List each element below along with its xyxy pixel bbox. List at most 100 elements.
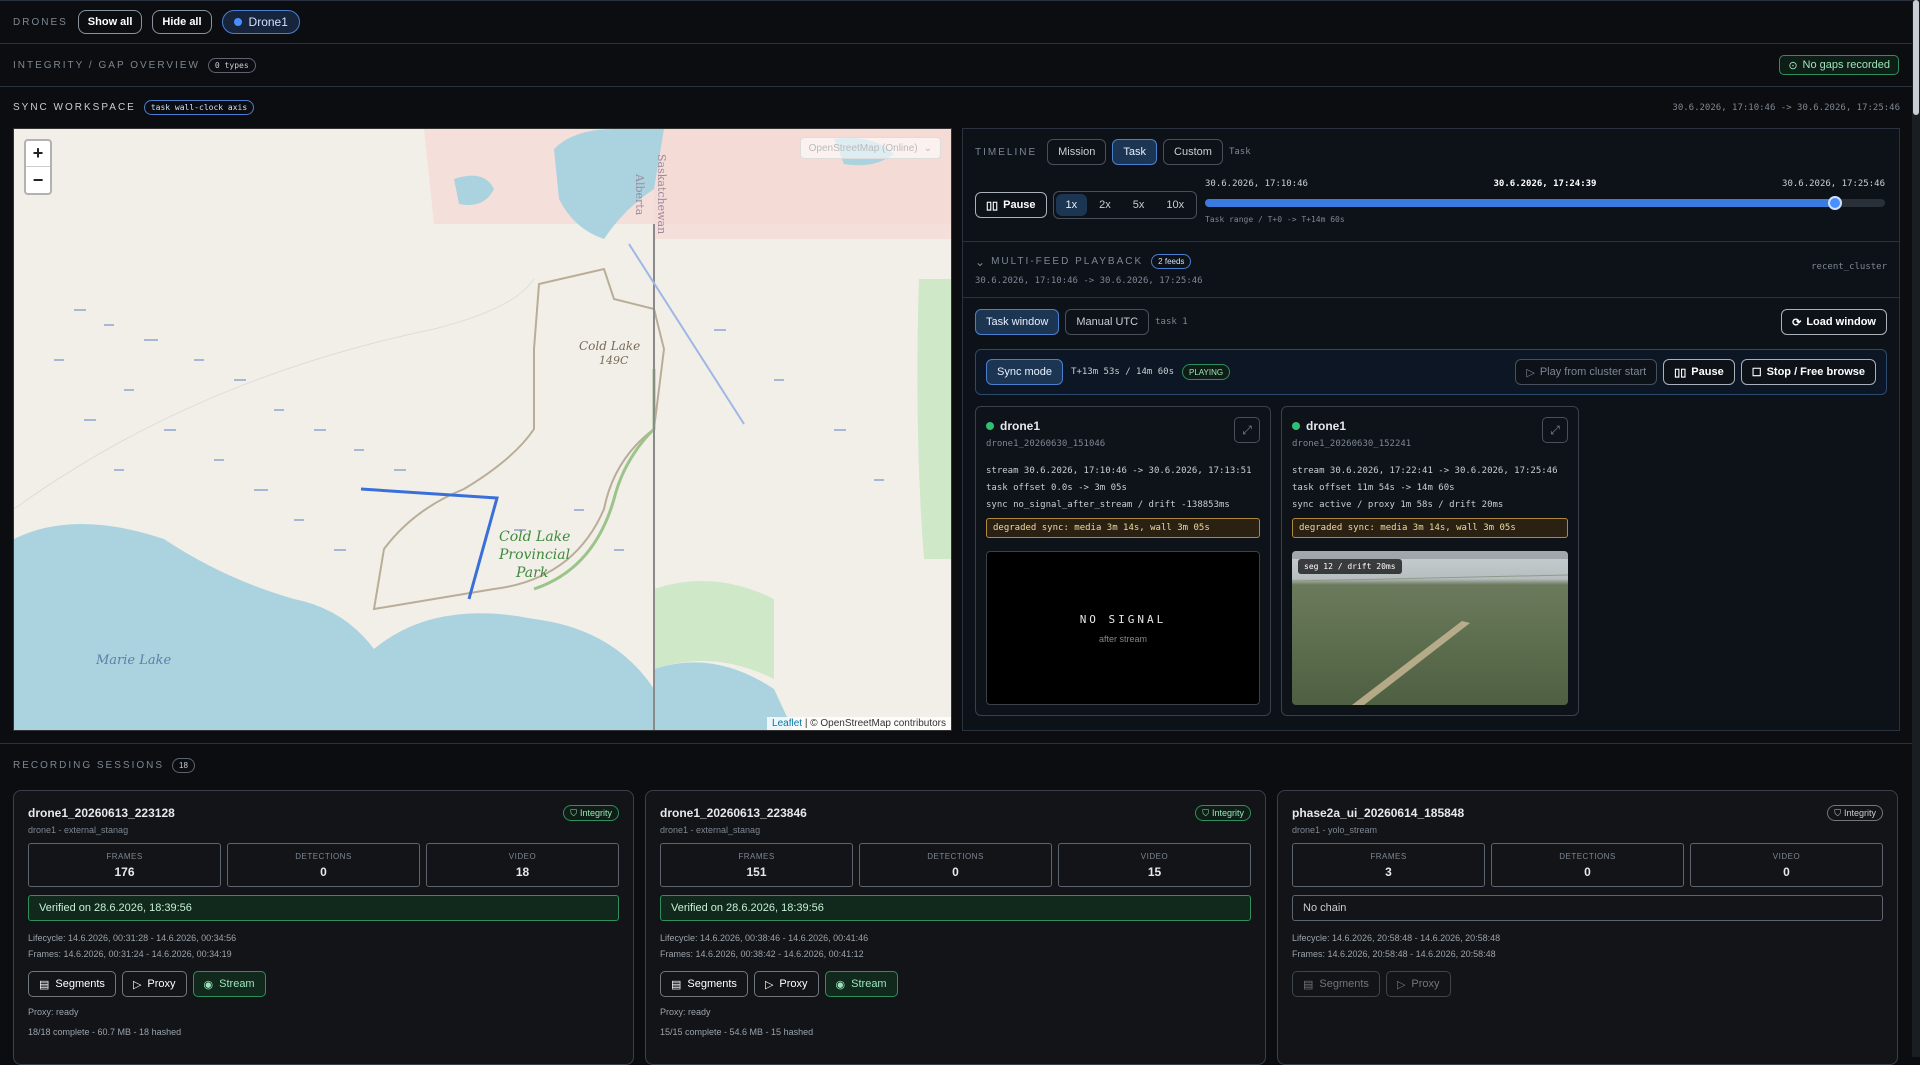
segments-button[interactable]: ▤ Segments [660, 971, 748, 997]
session-subtitle: drone1 - external_stanag [660, 825, 761, 835]
timeline-current: 30.6.2026, 17:24:39 [1493, 179, 1597, 189]
integrity-bar: INTEGRITY / GAP OVERVIEW 0 types ⊙ No gaps… [0, 44, 1912, 87]
layer-select[interactable]: OpenStreetMap (Online) ⌄ [799, 137, 941, 159]
playing-badge: PLAYING [1181, 364, 1231, 380]
session-card[interactable]: phase2a_ui_20260614_185848 ⛉ Integrity dro… [1277, 790, 1898, 1065]
stream-button[interactable]: ◉ Stream [192, 971, 266, 997]
tab-note: Task [1228, 147, 1251, 157]
stat-key: VIDEO [508, 851, 537, 861]
tab-task[interactable]: Task [1112, 139, 1158, 165]
cluster-name: recent_cluster [1811, 262, 1887, 272]
play-icon: ▷ [132, 978, 142, 991]
timeline-handle[interactable] [1828, 196, 1843, 210]
map[interactable]: Cold Lake 149C Cold Lake Provincial Park… [13, 128, 952, 731]
shield-icon: ⛉ [1202, 807, 1209, 818]
proxy-button[interactable]: ▷ Proxy [753, 971, 819, 997]
drones-label: DRONES [13, 16, 68, 28]
completion-text: 15/15 complete - 54.6 MB - 15 hashed [660, 1027, 814, 1037]
integrity-badge[interactable]: ⛉ Integrity [1827, 805, 1883, 821]
axis-badge: task wall-clock axis [143, 100, 255, 115]
proxy-label: Proxy [147, 978, 176, 990]
map-label-cold-lake: Cold Lake [579, 339, 640, 353]
feed-card: drone1 ⤢ drone1_20260630_151046 stream 3… [975, 406, 1271, 716]
pause-button[interactable]: ▯▯ Pause [975, 192, 1047, 218]
zoom-out-button[interactable]: − [26, 167, 50, 193]
collapse-chevron-icon[interactable]: ⌄ [975, 255, 985, 269]
lifecycle-text: Lifecycle: 14.6.2026, 20:58:48 - 14.6.20… [1292, 933, 1501, 943]
speed-1x[interactable]: 1x [1055, 194, 1088, 216]
detections-stat: DETECTIONS 0 [1491, 843, 1684, 887]
tab-custom[interactable]: Custom [1163, 139, 1223, 165]
segments-button[interactable]: ▤ Segments [28, 971, 116, 997]
stat-value: 151 [746, 864, 767, 879]
drone-color-dot [233, 18, 242, 26]
hide-all-button[interactable]: Hide all [152, 10, 212, 34]
zoom-in-button[interactable]: + [26, 141, 50, 167]
stat-key: FRAMES [738, 851, 775, 861]
play-icon: ▷ [764, 978, 774, 991]
multifeed-label: MULTI-FEED PLAYBACK [991, 256, 1144, 267]
load-window-button[interactable]: ⟳ Load window [1781, 309, 1887, 335]
map-label-149c: 149C [599, 354, 629, 367]
eye-icon: ◉ [203, 978, 214, 991]
timeline-section: TIMELINE Mission Task Custom Task ▯▯ Paus… [963, 129, 1899, 242]
segments-button[interactable]: ▤ Segments [1292, 971, 1380, 997]
play-cluster-label: Play from cluster start [1539, 366, 1647, 378]
drones-bar: DRONES Show all Hide all Drone1 [0, 0, 1912, 44]
integrity-badge[interactable]: ⛉ Integrity [563, 805, 619, 821]
proxy-button[interactable]: ▷ Proxy [1385, 971, 1451, 997]
sync-mode-button[interactable]: Sync mode [986, 359, 1064, 385]
session-card[interactable]: drone1_20260613_223846 ⛉ Integrity drone1 … [645, 790, 1266, 1065]
expand-icon[interactable]: ⤢ [1234, 417, 1260, 443]
session-card[interactable]: drone1_20260613_223128 ⛉ Integrity drone1 … [13, 790, 634, 1065]
frames-range-text: Frames: 14.6.2026, 00:31:24 - 14.6.2026,… [28, 949, 232, 959]
session-title: drone1_20260613_223846 [660, 806, 807, 820]
tab-mission[interactable]: Mission [1047, 139, 1107, 165]
sync-pause-button[interactable]: ▯▯ Pause [1663, 359, 1735, 385]
speed-10x[interactable]: 10x [1156, 194, 1195, 216]
timeline-label: TIMELINE [975, 146, 1038, 158]
show-all-button[interactable]: Show all [77, 10, 143, 34]
check-circle-icon: ⊙ [1788, 59, 1798, 72]
stat-value: 0 [952, 864, 959, 879]
proxy-button[interactable]: ▷ Proxy [121, 971, 187, 997]
feeds-badge: 2 feeds [1151, 254, 1192, 269]
frames-stat: FRAMES 3 [1292, 843, 1485, 887]
multifeed-section: ⌄ MULTI-FEED PLAYBACK 2 feeds 30.6.2026,… [963, 242, 1899, 298]
speed-2x[interactable]: 2x [1089, 194, 1121, 216]
feed-name: drone1 [1306, 419, 1347, 433]
stat-value: 18 [515, 864, 530, 879]
play-cluster-button[interactable]: ▷ Play from cluster start [1515, 359, 1658, 385]
attribution-text: | © OpenStreetMap contributors [804, 718, 946, 729]
leaflet-link[interactable]: Leaflet [772, 718, 802, 729]
stop-free-browse-button[interactable]: ☐ Stop / Free browse [1740, 359, 1876, 385]
feed-details: stream 30.6.2026, 17:22:41 -> 30.6.2026,… [1292, 463, 1558, 514]
proxy-status: Proxy: ready [660, 1007, 711, 1017]
sync-header: SYNC WORKSPACE task wall-clock axis 30.6.… [13, 100, 1900, 115]
segments-label: Segments [55, 978, 105, 990]
stream-label: Stream [851, 978, 887, 990]
video-stat: VIDEO 18 [426, 843, 619, 887]
frames-stat: FRAMES 151 [660, 843, 853, 887]
timeline-track[interactable] [1205, 196, 1885, 210]
drone1-label: Drone1 [248, 15, 288, 29]
feed-stream: stream 30.6.2026, 17:22:41 -> 30.6.2026,… [1292, 466, 1558, 476]
document-icon: ▤ [1303, 978, 1314, 991]
map-label-marie-lake: Marie Lake [95, 653, 172, 668]
playback-panel: TIMELINE Mission Task Custom Task ▯▯ Paus… [962, 128, 1900, 731]
feed-name: drone1 [1000, 419, 1041, 433]
scrollbar[interactable] [1912, 0, 1920, 1057]
frames-range-text: Frames: 14.6.2026, 00:38:42 - 14.6.2026,… [660, 949, 864, 959]
speed-5x[interactable]: 5x [1122, 194, 1155, 216]
task-window-button[interactable]: Task window [975, 309, 1060, 335]
timeline-end: 30.6.2026, 17:25:46 [1782, 179, 1885, 189]
pause-label: Pause [1003, 199, 1036, 211]
scrollbar-thumb[interactable] [1913, 0, 1919, 115]
segments-label: Segments [687, 978, 737, 990]
feed-stream: stream 30.6.2026, 17:10:46 -> 30.6.2026,… [986, 466, 1252, 476]
manual-utc-button[interactable]: Manual UTC [1065, 309, 1150, 335]
expand-icon[interactable]: ⤢ [1542, 417, 1568, 443]
integrity-badge[interactable]: ⛉ Integrity [1195, 805, 1251, 821]
stream-button[interactable]: ◉ Stream [824, 971, 898, 997]
drone1-toggle[interactable]: Drone1 [221, 10, 300, 34]
